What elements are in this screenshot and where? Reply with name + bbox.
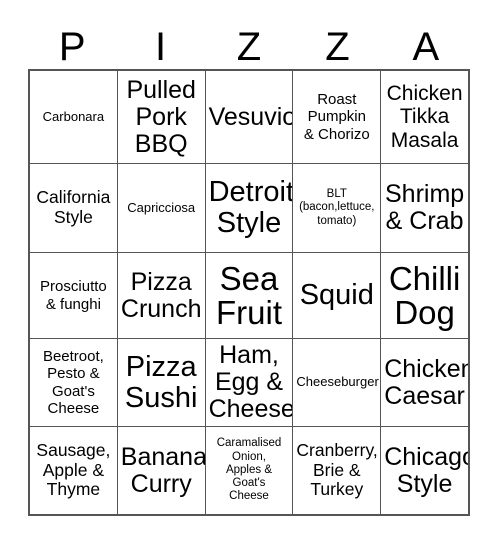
bingo-cell-label: Vesuvio bbox=[208, 102, 294, 131]
bingo-row: Beetroot, Pesto & Goat's Cheese Pizza Su… bbox=[30, 339, 468, 427]
bingo-cell-r1c2[interactable]: Pulled Pork BBQ bbox=[117, 71, 206, 163]
bingo-cell-label: Beetroot, Pesto & Goat's Cheese bbox=[42, 348, 104, 417]
bingo-cell-label: Chicken Tikka Masala bbox=[386, 82, 463, 152]
bingo-cell-label: California Style bbox=[36, 187, 111, 227]
bingo-cell-label: Ham, Egg & Cheese bbox=[208, 341, 294, 423]
bingo-cell-label: BLT (bacon,lettuce, tomato) bbox=[299, 188, 375, 227]
bingo-cell-r1c5[interactable]: Chicken Tikka Masala bbox=[381, 71, 468, 163]
bingo-cell-r5c4[interactable]: Cranberry, Brie & Turkey bbox=[293, 427, 382, 514]
bingo-cell-label: Pizza Sushi bbox=[124, 350, 198, 414]
bingo-cell-r2c2[interactable]: Capricciosa bbox=[117, 164, 206, 252]
bingo-cell-r3c2[interactable]: Pizza Crunch bbox=[117, 253, 206, 338]
bingo-cell-r2c4[interactable]: BLT (bacon,lettuce, tomato) bbox=[293, 164, 382, 252]
bingo-cell-r4c2[interactable]: Pizza Sushi bbox=[117, 339, 206, 426]
bingo-row: Carbonara Pulled Pork BBQ Vesuvio Roast … bbox=[30, 71, 468, 164]
bingo-cell-label: Banana Curry bbox=[120, 442, 206, 498]
bingo-cell-label: Pulled Pork BBQ bbox=[126, 75, 196, 158]
bingo-cell-r2c3[interactable]: Detroit Style bbox=[205, 164, 294, 252]
bingo-cell-r5c3[interactable]: Caramalised Onion, Apples & Goat's Chees… bbox=[205, 427, 294, 514]
bingo-card: P I Z Z A Carbonara Pulled Pork BBQ Vesu… bbox=[0, 0, 500, 544]
bingo-cell-label: Roast Pumpkin & Chorizo bbox=[303, 91, 370, 143]
bingo-cell-label: Caramalised Onion, Apples & Goat's Chees… bbox=[216, 437, 282, 503]
header-letter-1: P bbox=[58, 25, 86, 69]
header-letter-3: Z bbox=[236, 25, 262, 69]
bingo-cell-r1c4[interactable]: Roast Pumpkin & Chorizo bbox=[293, 71, 382, 163]
bingo-cell-label: Sausage, Apple & Thyme bbox=[36, 440, 111, 500]
bingo-cell-r1c1[interactable]: Carbonara bbox=[30, 71, 118, 163]
bingo-cell-r4c5[interactable]: Chicken Caesar bbox=[381, 339, 468, 426]
header-letter-2: I bbox=[155, 25, 167, 69]
bingo-row: Sausage, Apple & Thyme Banana Curry Cara… bbox=[30, 427, 468, 514]
bingo-row: California Style Capricciosa Detroit Sty… bbox=[30, 164, 468, 253]
bingo-grid: Carbonara Pulled Pork BBQ Vesuvio Roast … bbox=[28, 69, 470, 516]
bingo-cell-r5c2[interactable]: Banana Curry bbox=[117, 427, 206, 514]
bingo-cell-label: Pizza Crunch bbox=[120, 267, 202, 323]
bingo-cell-r4c1[interactable]: Beetroot, Pesto & Goat's Cheese bbox=[30, 339, 118, 426]
bingo-cell-r4c4[interactable]: Cheeseburger bbox=[293, 339, 382, 426]
bingo-header-letters: P I Z Z A bbox=[28, 22, 470, 68]
header-letter-4: Z bbox=[325, 25, 350, 69]
bingo-cell-r5c5[interactable]: Chicago Style bbox=[381, 427, 468, 514]
bingo-cell-label: Cheeseburger bbox=[296, 374, 379, 390]
header-letter-5: A bbox=[412, 25, 440, 69]
bingo-cell-label: Chicken Caesar bbox=[384, 354, 468, 410]
bingo-cell-r4c3[interactable]: Ham, Egg & Cheese bbox=[205, 339, 294, 426]
bingo-cell-r3c1[interactable]: Prosciutto & funghi bbox=[30, 253, 118, 338]
bingo-cell-label: Capricciosa bbox=[127, 199, 196, 215]
bingo-cell-label: Prosciutto & funghi bbox=[40, 278, 107, 313]
bingo-cell-r2c1[interactable]: California Style bbox=[30, 164, 118, 252]
bingo-cell-r3c4[interactable]: Squid bbox=[293, 253, 382, 338]
bingo-cell-r3c3[interactable]: Sea Fruit bbox=[205, 253, 294, 338]
bingo-cell-label: Squid bbox=[299, 279, 374, 312]
bingo-cell-label: Cranberry, Brie & Turkey bbox=[296, 440, 378, 500]
bingo-cell-label: Chilli Dog bbox=[388, 259, 461, 331]
bingo-cell-label: Sea Fruit bbox=[215, 259, 282, 331]
bingo-cell-label: Detroit Style bbox=[208, 176, 294, 239]
bingo-cell-label: Chicago Style bbox=[384, 442, 468, 498]
bingo-cell-r1c3[interactable]: Vesuvio bbox=[205, 71, 294, 163]
bingo-cell-label: Carbonara bbox=[42, 108, 105, 124]
bingo-cell-r2c5[interactable]: Shrimp & Crab bbox=[381, 164, 468, 252]
bingo-cell-label: Shrimp & Crab bbox=[384, 180, 465, 235]
bingo-row: Prosciutto & funghi Pizza Crunch Sea Fru… bbox=[30, 253, 468, 339]
bingo-cell-r5c1[interactable]: Sausage, Apple & Thyme bbox=[30, 427, 118, 514]
bingo-cell-r3c5[interactable]: Chilli Dog bbox=[381, 253, 468, 338]
